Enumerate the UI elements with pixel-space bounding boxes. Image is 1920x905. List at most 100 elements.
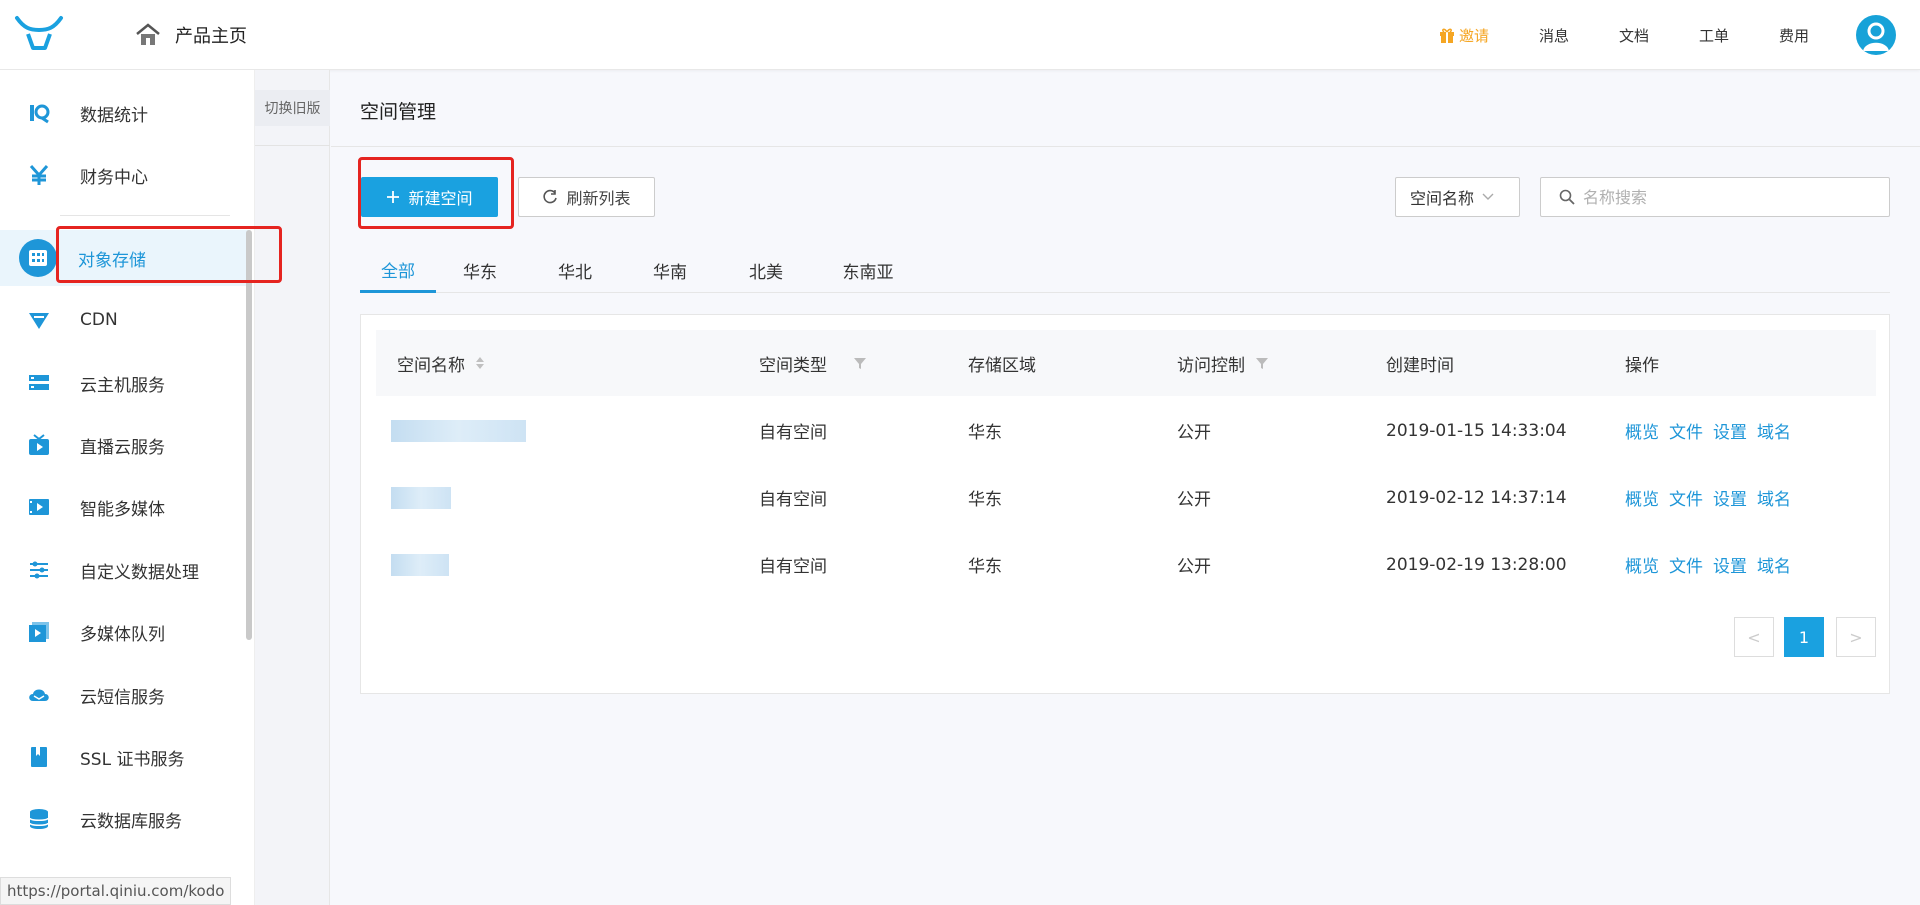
billing-link[interactable]: 费用 <box>1754 25 1834 46</box>
sidebar-item-live[interactable]: 直播云服务 <box>0 417 250 473</box>
docs-link[interactable]: 文档 <box>1594 25 1674 46</box>
overview-link[interactable]: 概览 <box>1625 552 1659 577</box>
sidebar-item-label: 云短信服务 <box>80 687 165 708</box>
header-bucket-type: 空间类型 <box>759 330 867 396</box>
stats-icon <box>28 102 50 124</box>
created-cell: 2019-01-15 14:33:04 <box>1386 420 1567 441</box>
search-field-select[interactable]: 空间名称 <box>1395 177 1520 217</box>
files-link[interactable]: 文件 <box>1669 418 1703 443</box>
search-input[interactable] <box>1583 187 1883 207</box>
home-icon <box>136 23 160 45</box>
database-icon <box>28 808 50 830</box>
sidebar-item-ssl[interactable]: SSL 证书服务 <box>0 729 250 785</box>
tab-southeast-asia[interactable]: 东南亚 <box>832 248 904 293</box>
bucket-name-cell[interactable] <box>391 531 449 598</box>
domains-link[interactable]: 域名 <box>1757 552 1791 577</box>
table-row: 自有空间 华东 公开 2019-02-19 13:28:00 概览 文件 设置 … <box>376 531 1876 598</box>
next-page-button[interactable]: > <box>1836 617 1876 657</box>
type-cell: 自有空间 <box>759 557 827 577</box>
invite-label: 邀请 <box>1458 26 1489 45</box>
files-link[interactable]: 文件 <box>1669 552 1703 577</box>
type-cell: 自有空间 <box>759 423 827 443</box>
switch-old-version-button[interactable]: 切换旧版 <box>255 90 330 126</box>
actions-cell: 概览 文件 设置 域名 <box>1625 531 1801 598</box>
sidebar-item-label: CDN <box>80 310 118 330</box>
filter-icon[interactable] <box>853 356 867 370</box>
header-label: 空间名称 <box>397 355 465 376</box>
sidebar-item-sms[interactable]: 云短信服务 <box>0 667 250 723</box>
sidebar-item-media-queue[interactable]: 多媒体队列 <box>0 604 250 660</box>
sidebar-scrollbar[interactable] <box>246 230 252 640</box>
sidebar-item-cdn[interactable]: CDN <box>0 292 250 348</box>
overview-link[interactable]: 概览 <box>1625 418 1659 443</box>
prev-page-button[interactable]: < <box>1734 617 1774 657</box>
storage-grid-icon <box>19 239 57 277</box>
refresh-icon <box>543 189 558 204</box>
sidebar-item-label: 云主机服务 <box>80 375 165 396</box>
settings-link[interactable]: 设置 <box>1713 418 1747 443</box>
sidebar-item-database[interactable]: 云数据库服务 <box>0 791 250 847</box>
qiniu-logo[interactable] <box>14 14 64 54</box>
cdn-icon <box>28 309 50 331</box>
bucket-table: 空间名称 空间类型 存储区域 访问控制 创建时间 操作 自有空间 华东 公开 2… <box>360 314 1890 694</box>
sort-icon[interactable] <box>475 355 485 371</box>
header-label: 空间类型 <box>759 355 827 376</box>
overview-link[interactable]: 概览 <box>1625 485 1659 510</box>
tab-north-america[interactable]: 北美 <box>738 248 794 293</box>
domains-link[interactable]: 域名 <box>1757 418 1791 443</box>
title-divider <box>331 146 1920 147</box>
sidebar: 数据统计 财务中心 对象存储 CDN 云主机服务 直播云服务 智能多媒体 自定义… <box>0 70 255 905</box>
access-cell: 公开 <box>1177 490 1211 510</box>
files-link[interactable]: 文件 <box>1669 485 1703 510</box>
region-cell: 华东 <box>968 490 1002 510</box>
sidebar-item-label: 多媒体队列 <box>80 624 165 645</box>
home-link[interactable]: 产品主页 <box>135 22 247 48</box>
header-label: 操作 <box>1625 355 1659 376</box>
highlight-new-bucket <box>358 157 514 229</box>
redacted-bucket-name[interactable] <box>391 486 451 509</box>
tickets-link[interactable]: 工单 <box>1674 25 1754 46</box>
sidebar-item-label: 直播云服务 <box>80 437 165 458</box>
sidebar-item-cloud-host[interactable]: 云主机服务 <box>0 355 250 411</box>
bucket-name-cell[interactable] <box>391 397 526 464</box>
filter-icon[interactable] <box>1255 356 1269 370</box>
tab-east-china[interactable]: 华东 <box>452 248 508 293</box>
actions-cell: 概览 文件 设置 域名 <box>1625 397 1801 464</box>
redacted-bucket-name[interactable] <box>391 419 526 442</box>
tab-south-china[interactable]: 华南 <box>642 248 698 293</box>
sidebar-item-label: 数据统计 <box>80 105 148 126</box>
page-1-button[interactable]: 1 <box>1784 617 1824 657</box>
user-avatar[interactable] <box>1856 15 1896 55</box>
type-cell: 自有空间 <box>759 490 827 510</box>
invite-link[interactable]: 邀请 <box>1430 25 1498 46</box>
sidebar-item-stats[interactable]: 数据统计 <box>0 85 250 141</box>
table-row: 自有空间 华东 公开 2019-01-15 14:33:04 概览 文件 设置 … <box>376 397 1876 464</box>
server-icon <box>28 372 50 394</box>
gift-icon <box>1439 28 1454 43</box>
header-access: 访问控制 <box>1177 330 1269 396</box>
sidebar-item-custom-data[interactable]: 自定义数据处理 <box>0 542 250 598</box>
sidebar-item-finance[interactable]: 财务中心 <box>0 147 250 203</box>
sidebar-item-media[interactable]: 智能多媒体 <box>0 479 250 535</box>
certificate-icon <box>28 746 50 768</box>
header-bucket-name[interactable]: 空间名称 <box>397 330 485 396</box>
region-cell: 华东 <box>968 557 1002 577</box>
top-right-nav: 邀请 消息 文档 工单 费用 <box>1430 0 1920 70</box>
bucket-name-cell[interactable] <box>391 464 451 531</box>
redacted-bucket-name[interactable] <box>391 553 449 576</box>
sidebar-item-label: 云数据库服务 <box>80 811 182 832</box>
secondary-column: 切换旧版 <box>255 70 330 905</box>
messages-link[interactable]: 消息 <box>1514 25 1594 46</box>
access-cell: 公开 <box>1177 423 1211 443</box>
tab-all[interactable]: 全部 <box>360 248 436 293</box>
tab-north-china[interactable]: 华北 <box>547 248 603 293</box>
refresh-list-button[interactable]: 刷新列表 <box>518 177 655 217</box>
domains-link[interactable]: 域名 <box>1757 485 1791 510</box>
secondary-divider <box>255 145 330 146</box>
search-box <box>1540 177 1890 217</box>
settings-link[interactable]: 设置 <box>1713 552 1747 577</box>
settings-link[interactable]: 设置 <box>1713 485 1747 510</box>
region-tabs: 全部 华东 华北 华南 北美 东南亚 <box>360 248 1890 293</box>
user-icon <box>1863 22 1889 51</box>
yen-icon <box>28 164 50 186</box>
